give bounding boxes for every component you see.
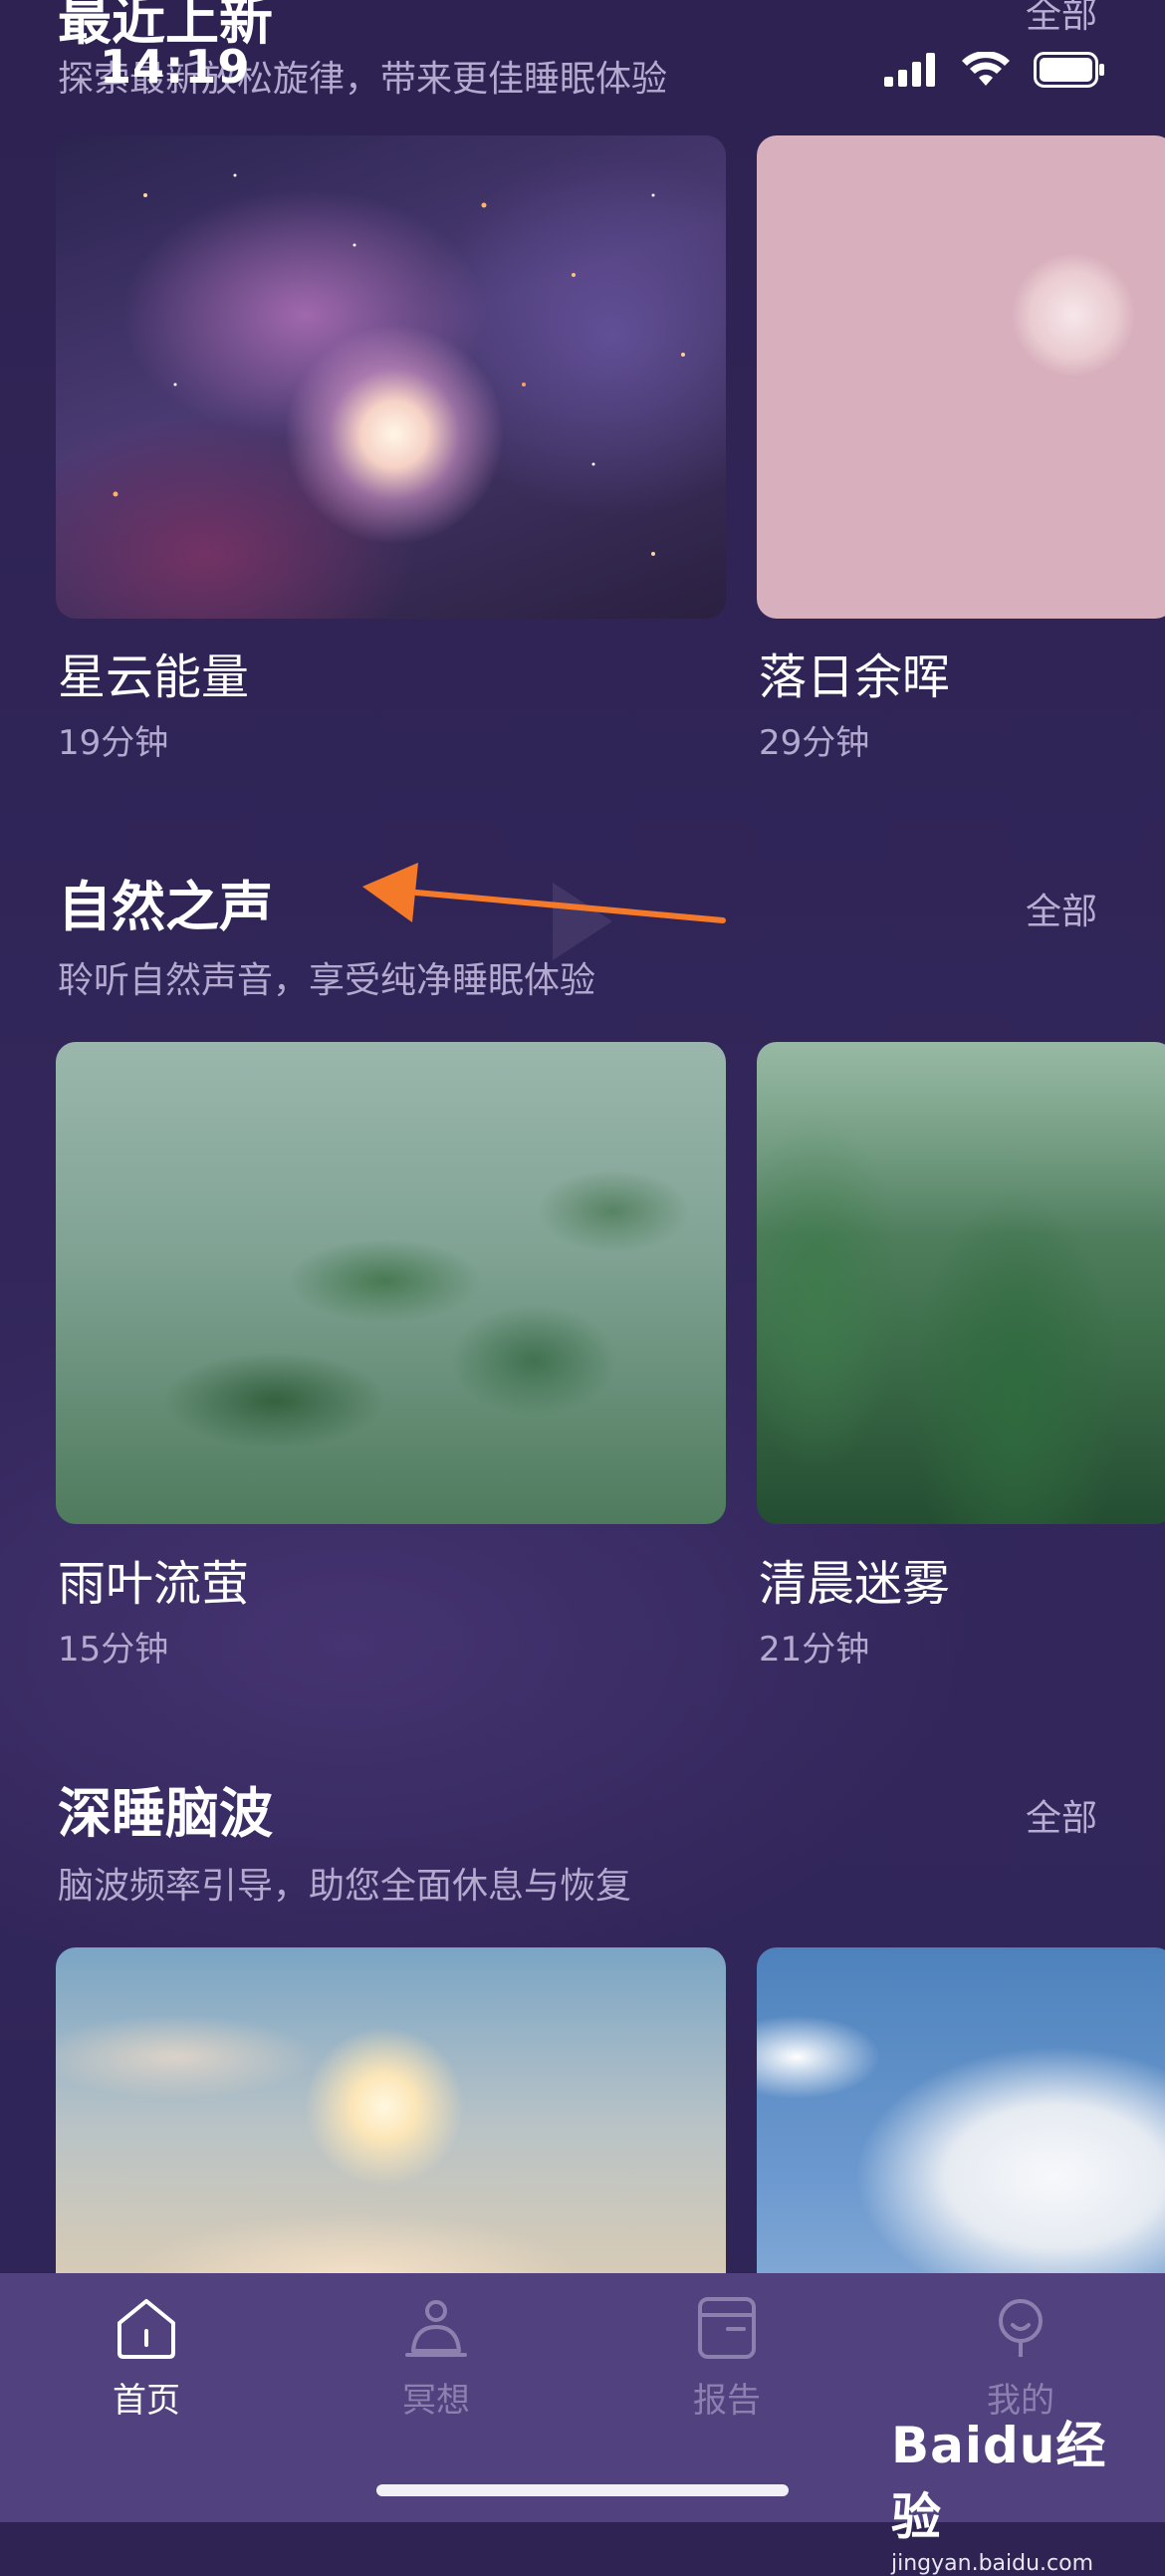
section-title-nature: 自然之声 xyxy=(58,876,273,938)
tab-report-label: 报告 xyxy=(693,2381,761,2421)
card-image-nebula[interactable] xyxy=(56,135,726,619)
tab-home-label: 首页 xyxy=(113,2381,180,2421)
section-subtitle-nature: 聆听自然声音，享受纯净睡眠体验 xyxy=(58,960,596,1001)
status-icons xyxy=(884,52,1105,88)
report-icon xyxy=(698,2297,756,2359)
tab-profile[interactable]: 我的 xyxy=(931,2293,1110,2422)
tab-report[interactable]: 报告 xyxy=(637,2293,816,2422)
baidu-jingyan-watermark: Baidu经验 jingyan.baidu.com xyxy=(891,2406,1150,2576)
profile-icon xyxy=(999,2299,1043,2357)
card-image-sunset[interactable] xyxy=(757,135,1165,619)
watermark-url: jingyan.baidu.com xyxy=(891,2551,1094,2576)
status-bar: 14:19 xyxy=(0,0,1165,149)
card-duration: 19分钟 xyxy=(58,723,169,763)
card-image-leaf[interactable] xyxy=(56,1042,726,1524)
status-time: 14:19 xyxy=(100,40,251,94)
card-title: 落日余晖 xyxy=(759,649,951,705)
watermark-logo: Baidu经验 xyxy=(891,2417,1107,2546)
home-indicator[interactable] xyxy=(376,2484,789,2496)
section-subtitle-brainwave: 脑波频率引导，助您全面休息与恢复 xyxy=(58,1866,632,1907)
card-duration: 21分钟 xyxy=(759,1630,870,1670)
tab-meditation-label: 冥想 xyxy=(402,2381,470,2421)
card-title: 清晨迷雾 xyxy=(759,1556,951,1612)
annotation-arrow-icon xyxy=(362,863,726,923)
card-title: 雨叶流萤 xyxy=(58,1556,250,1612)
card-duration: 15分钟 xyxy=(58,1630,169,1670)
see-all-nature-button[interactable]: 全部 xyxy=(1026,883,1097,934)
stars-decoration xyxy=(113,173,685,556)
wifi-icon xyxy=(962,52,1010,86)
tab-home[interactable]: 首页 xyxy=(57,2293,236,2422)
home-icon xyxy=(117,2299,175,2359)
meditation-icon xyxy=(405,2300,467,2357)
section-title-brainwave: 深睡脑波 xyxy=(58,1782,273,1845)
see-all-brainwave-button[interactable]: 全部 xyxy=(1026,1789,1097,1841)
battery-icon xyxy=(1034,52,1104,88)
tab-meditation[interactable]: 冥想 xyxy=(347,2293,526,2422)
cellular-signal-icon xyxy=(884,53,935,87)
card-duration: 29分钟 xyxy=(759,723,870,763)
card-title: 星云能量 xyxy=(58,649,250,705)
card-image-forest[interactable] xyxy=(757,1042,1165,1524)
